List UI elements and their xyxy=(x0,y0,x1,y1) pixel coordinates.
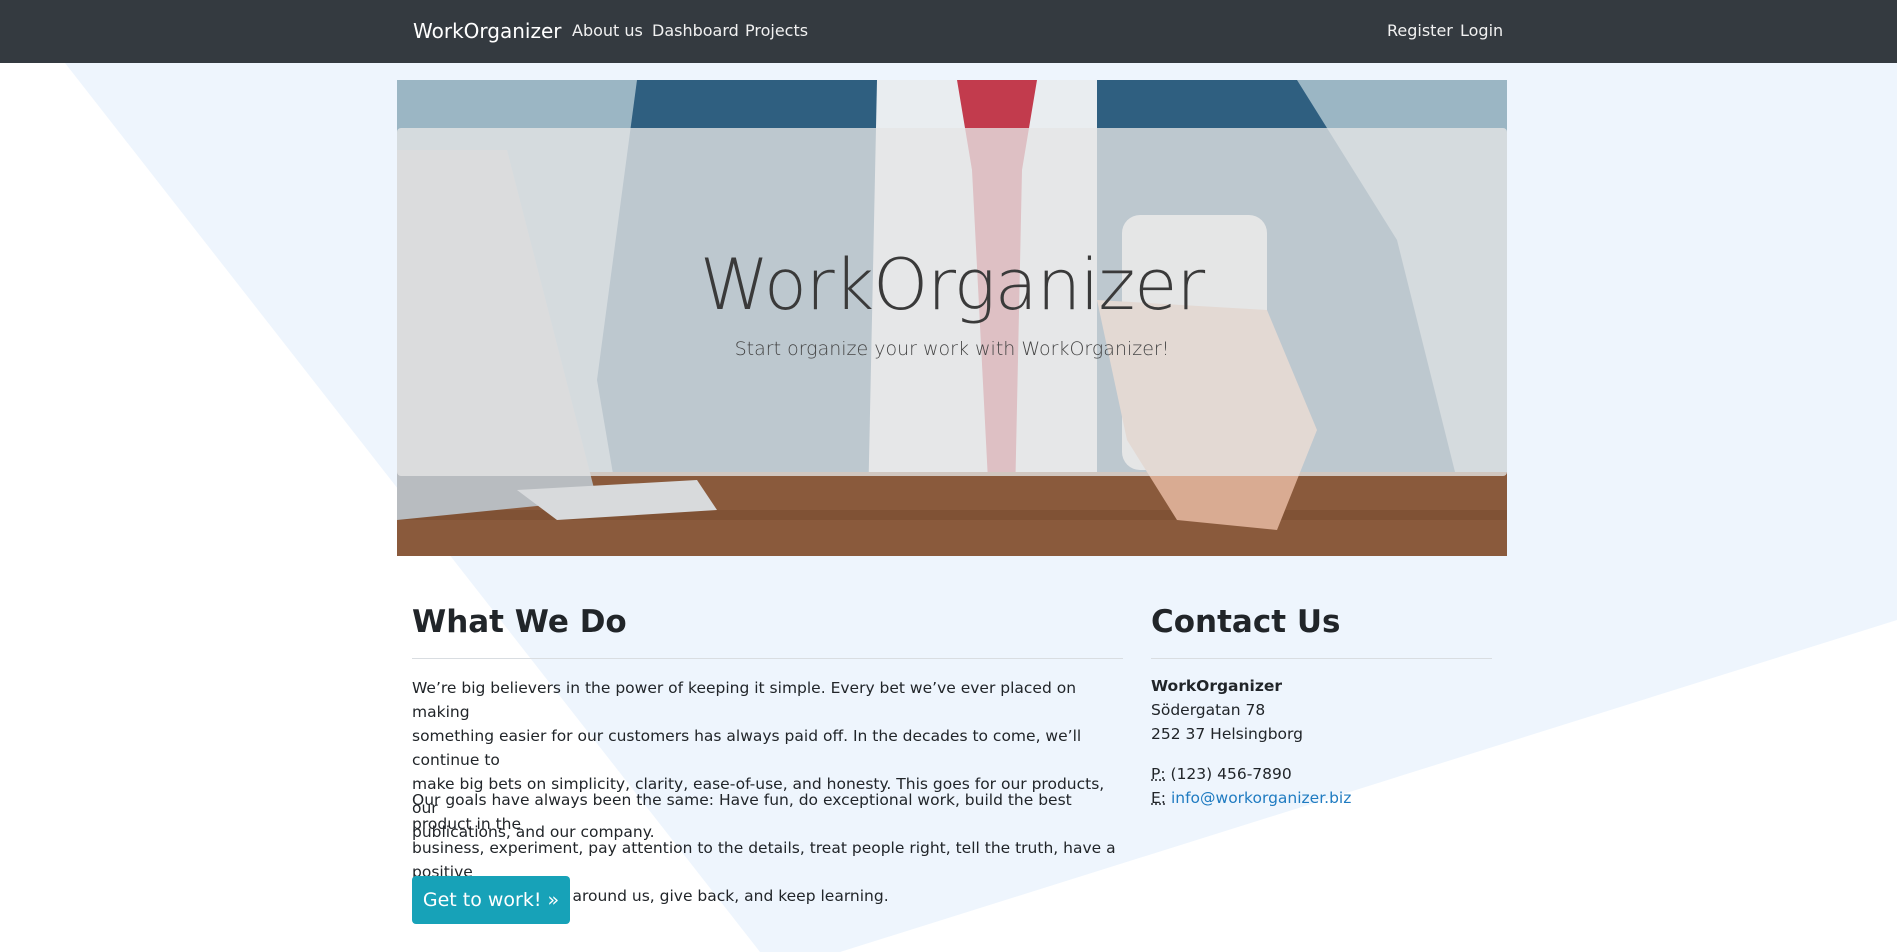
nav-about-us[interactable]: About us xyxy=(572,21,643,40)
phone-label: P: xyxy=(1151,765,1166,783)
contact-divider xyxy=(1151,658,1492,659)
email-label: E: xyxy=(1151,789,1167,807)
brand-link[interactable]: WorkOrganizer xyxy=(413,19,561,43)
contact-us-heading: Contact Us xyxy=(1151,604,1341,640)
get-to-work-button[interactable]: Get to work! » xyxy=(412,876,570,924)
hero-subtitle: Start organize your work with WorkOrgani… xyxy=(734,338,1170,360)
what-we-do-divider xyxy=(412,658,1123,659)
nav-dashboard[interactable]: Dashboard xyxy=(652,21,739,40)
email-link[interactable]: info@workorganizer.biz xyxy=(1171,789,1351,807)
nav-register[interactable]: Register xyxy=(1387,21,1453,40)
nav-projects[interactable]: Projects xyxy=(745,21,808,40)
contact-company: WorkOrganizer xyxy=(1151,677,1283,695)
contact-phone: P: (123) 456-7890 xyxy=(1151,765,1292,783)
phone-number: (123) 456-7890 xyxy=(1170,765,1292,783)
contact-street: Södergatan 78 xyxy=(1151,701,1266,719)
nav-login[interactable]: Login xyxy=(1460,21,1503,40)
hero-title: WorkOrganizer xyxy=(699,244,1205,326)
contact-email: E: info@workorganizer.biz xyxy=(1151,789,1351,807)
what-we-do-heading: What We Do xyxy=(412,604,627,640)
contact-city: 252 37 Helsingborg xyxy=(1151,725,1303,743)
hero-banner: WorkOrganizer Start organize your work w… xyxy=(397,80,1507,556)
top-navbar: WorkOrganizer About us Dashboard Project… xyxy=(0,0,1897,63)
